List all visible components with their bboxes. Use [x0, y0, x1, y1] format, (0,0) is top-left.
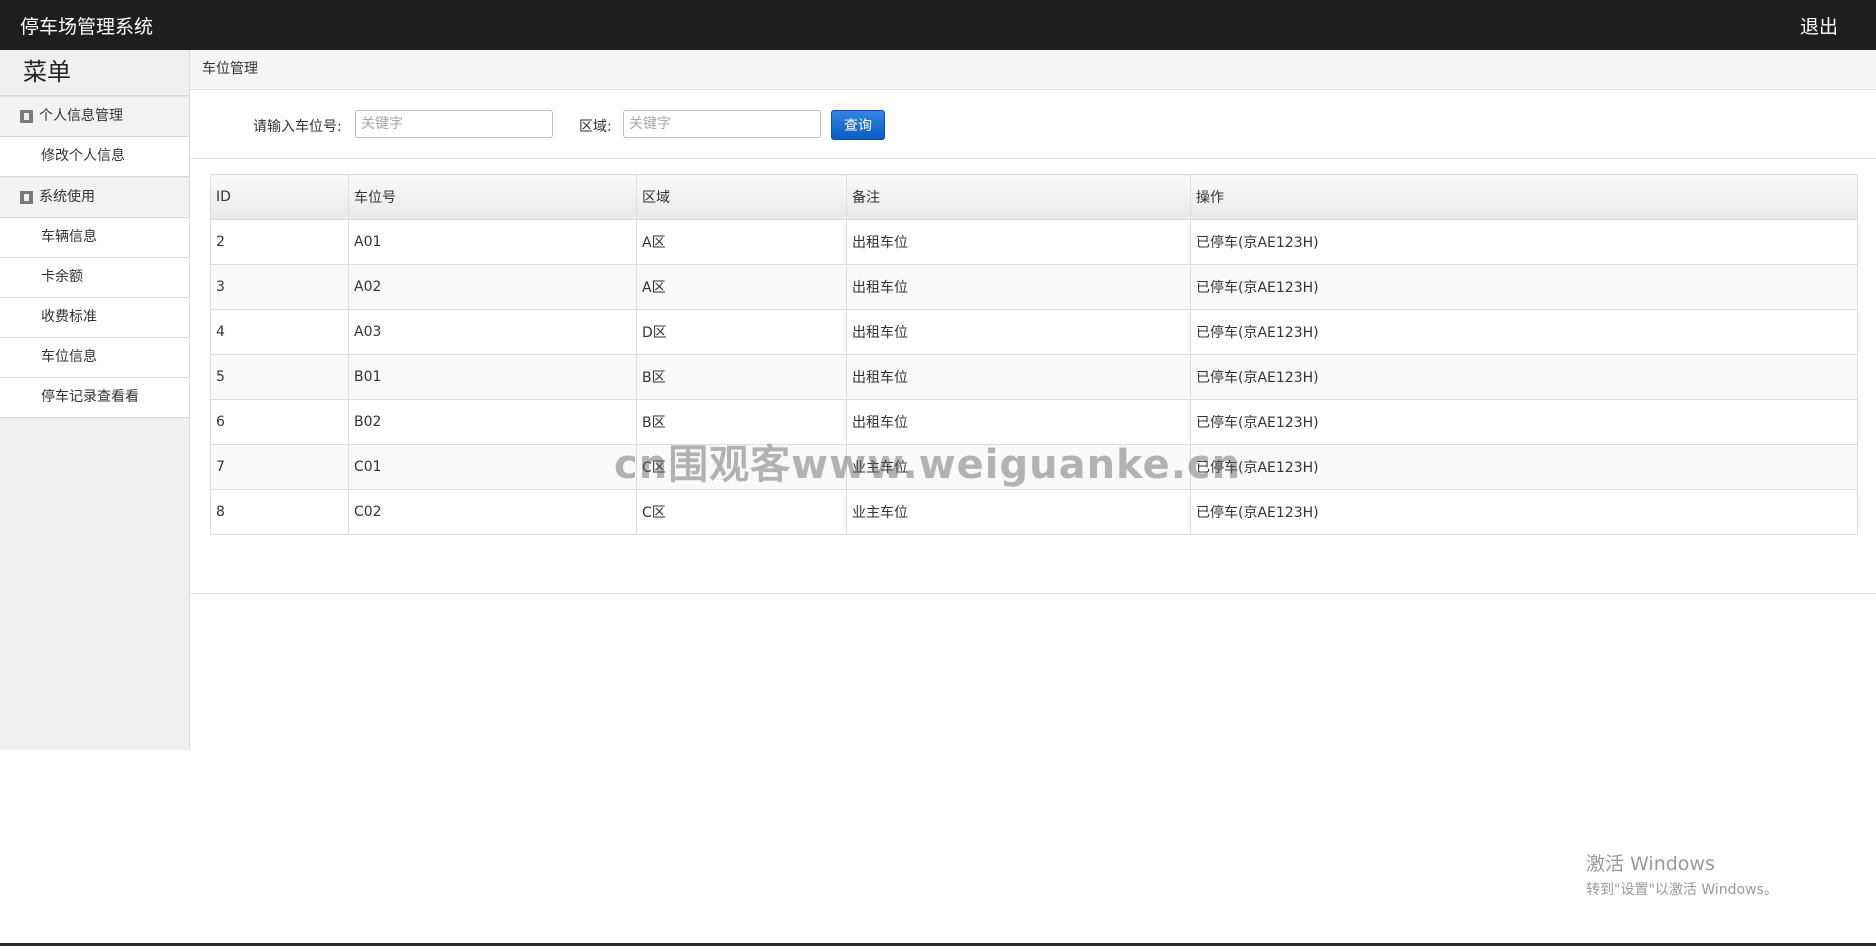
table-row: 4 A03 D区 出租车位 已停车(京AE123H) — [210, 309, 1858, 355]
space-number-label: 请输入车位号: — [253, 119, 342, 135]
app-title: 停车场管理系统 — [20, 16, 154, 38]
space-number-input[interactable] — [355, 110, 553, 138]
cell-id: 6 — [210, 399, 349, 445]
area-label: 区域: — [579, 119, 612, 135]
main-content: 车位管理 请输入车位号: — [190, 50, 1876, 159]
cell-action[interactable]: 已停车(京AE123H) — [1190, 489, 1858, 535]
sidebar-group-label: 系统使用 — [39, 189, 95, 205]
cell-space-number: C01 — [348, 444, 637, 490]
cell-area: B区 — [636, 354, 847, 400]
search-button[interactable]: 查询 — [831, 110, 885, 140]
cell-remark: 出租车位 — [846, 309, 1191, 355]
cell-action[interactable]: 已停车(京AE123H) — [1190, 354, 1858, 400]
sidebar-group-label: 个人信息管理 — [39, 108, 123, 124]
cell-space-number: A01 — [348, 219, 637, 265]
sidebar: 菜单 个人信息管理 修改个人信息 系统使用 车辆信息 卡余额 收费标准 车位信息… — [0, 50, 190, 750]
logout-link[interactable]: 退出 — [1800, 12, 1838, 39]
cell-id: 5 — [210, 354, 349, 400]
sidebar-item-edit-profile[interactable]: 修改个人信息 — [0, 137, 189, 177]
cell-area: D区 — [636, 309, 847, 355]
sidebar-item-vehicles[interactable]: 车辆信息 — [0, 218, 189, 258]
cell-area: A区 — [636, 219, 847, 265]
table-row: 8 C02 C区 业主车位 已停车(京AE123H) — [210, 489, 1858, 535]
cell-space-number: A02 — [348, 264, 637, 310]
column-header-space-number: 车位号 — [348, 174, 637, 220]
sidebar-item-card-balance[interactable]: 卡余额 — [0, 258, 189, 298]
cell-action[interactable]: 已停车(京AE123H) — [1190, 309, 1858, 355]
windows-activation-notice: 激活 Windows 转到"设置"以激活 Windows。 — [1586, 849, 1778, 899]
table-row: 2 A01 A区 出租车位 已停车(京AE123H) — [210, 219, 1858, 265]
cell-remark: 出租车位 — [846, 264, 1191, 310]
column-header-remark: 备注 — [846, 174, 1191, 220]
cell-space-number: A03 — [348, 309, 637, 355]
book-icon — [20, 110, 33, 123]
top-navbar: 停车场管理系统 退出 — [0, 0, 1876, 50]
column-header-action: 操作 — [1190, 174, 1858, 220]
cell-action[interactable]: 已停车(京AE123H) — [1190, 444, 1858, 490]
cell-action[interactable]: 已停车(京AE123H) — [1190, 264, 1858, 310]
column-header-id: ID — [210, 174, 349, 220]
table-header-row: ID 车位号 区域 备注 操作 — [210, 174, 1858, 220]
column-header-area: 区域 — [636, 174, 847, 220]
sidebar-item-fee-standard[interactable]: 收费标准 — [0, 298, 189, 338]
sidebar-item-parking-records[interactable]: 停车记录查看看 — [0, 378, 189, 418]
cell-area: C区 — [636, 489, 847, 535]
activation-title: 激活 Windows — [1586, 853, 1715, 875]
table-row: 5 B01 B区 出租车位 已停车(京AE123H) — [210, 354, 1858, 400]
site-watermark: cn围观客www.weiguanke.cn — [614, 442, 1242, 488]
table-row: 3 A02 A区 出租车位 已停车(京AE123H) — [210, 264, 1858, 310]
sidebar-group-personal[interactable]: 个人信息管理 — [0, 96, 189, 137]
cell-id: 7 — [210, 444, 349, 490]
cell-id: 2 — [210, 219, 349, 265]
menu-title: 菜单 — [0, 50, 189, 96]
cell-remark: 出租车位 — [846, 219, 1191, 265]
activation-subtitle: 转到"设置"以激活 Windows。 — [1586, 882, 1778, 898]
cell-remark: 出租车位 — [846, 354, 1191, 400]
cell-action[interactable]: 已停车(京AE123H) — [1190, 399, 1858, 445]
cell-space-number: B02 — [348, 399, 637, 445]
area-input[interactable] — [623, 110, 821, 138]
breadcrumb: 车位管理 — [190, 50, 1876, 90]
cell-action[interactable]: 已停车(京AE123H) — [1190, 219, 1858, 265]
cell-id: 4 — [210, 309, 349, 355]
sidebar-group-system[interactable]: 系统使用 — [0, 177, 189, 218]
cell-id: 8 — [210, 489, 349, 535]
content-divider — [190, 593, 1876, 594]
sidebar-item-parking-spaces[interactable]: 车位信息 — [0, 338, 189, 378]
cell-space-number: C02 — [348, 489, 637, 535]
book-icon — [20, 191, 33, 204]
cell-id: 3 — [210, 264, 349, 310]
cell-area: A区 — [636, 264, 847, 310]
cell-remark: 业主车位 — [846, 489, 1191, 535]
cell-space-number: B01 — [348, 354, 637, 400]
